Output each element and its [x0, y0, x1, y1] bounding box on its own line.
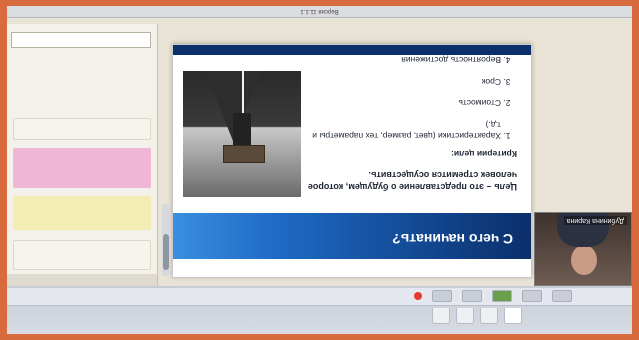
tab-strip	[432, 308, 522, 324]
criteria-item: Вероятность достижения	[307, 54, 501, 65]
upload-button[interactable]	[462, 290, 482, 303]
tab-files[interactable]	[480, 308, 498, 324]
chat-input[interactable]	[11, 32, 151, 48]
tool-row	[7, 288, 632, 306]
criteria-item: Стоимость	[307, 97, 501, 108]
flipped-photo-content: Дубинина Карина С чего начинать? Цель – …	[7, 6, 632, 334]
slide-lead-text: Цель – это представление о будущем, кото…	[307, 169, 517, 192]
scroll-thumb[interactable]	[163, 234, 169, 270]
back-button[interactable]	[552, 290, 572, 303]
chat-message	[13, 196, 151, 230]
criteria-item: Срок	[307, 75, 501, 87]
webcam-caption: Дубинина Карина	[563, 216, 627, 225]
presenter-head	[571, 245, 597, 275]
screen-frame: Дубинина Карина С чего начинать? Цель – …	[7, 6, 632, 334]
tab-notes[interactable]	[456, 308, 474, 324]
tab-active[interactable]	[504, 308, 522, 324]
chat-message	[13, 148, 151, 188]
presentation-slide: С чего начинать? Цель – это представлени…	[172, 44, 532, 278]
chat-header	[7, 274, 157, 286]
criteria-item: Характеристики (цвет, размер, тех параме…	[307, 118, 501, 141]
criteria-list: Характеристики (цвет, размер, тех параме…	[307, 54, 517, 141]
slide-body: Цель – это представление о будущем, кото…	[307, 44, 517, 193]
record-icon[interactable]	[414, 292, 422, 301]
green-tool-button[interactable]	[492, 290, 512, 303]
chat-message	[13, 118, 151, 140]
tab-users[interactable]	[432, 308, 450, 324]
slide-scrollbar[interactable]	[162, 204, 170, 276]
chat-panel	[7, 24, 158, 286]
chat-message	[13, 240, 151, 270]
criteria-heading: Критерии цели:	[451, 148, 517, 159]
webcam-video: Дубинина Карина	[534, 212, 632, 286]
road-photo	[183, 71, 301, 197]
settings-button[interactable]	[432, 290, 452, 303]
slide-title: С чего начинать?	[392, 231, 513, 247]
window-toolbar	[7, 286, 632, 334]
slide-footer-bar	[173, 45, 531, 55]
status-bar: Версия 11.1.1	[7, 6, 632, 18]
forward-button[interactable]	[522, 290, 542, 303]
signpost	[223, 145, 265, 163]
